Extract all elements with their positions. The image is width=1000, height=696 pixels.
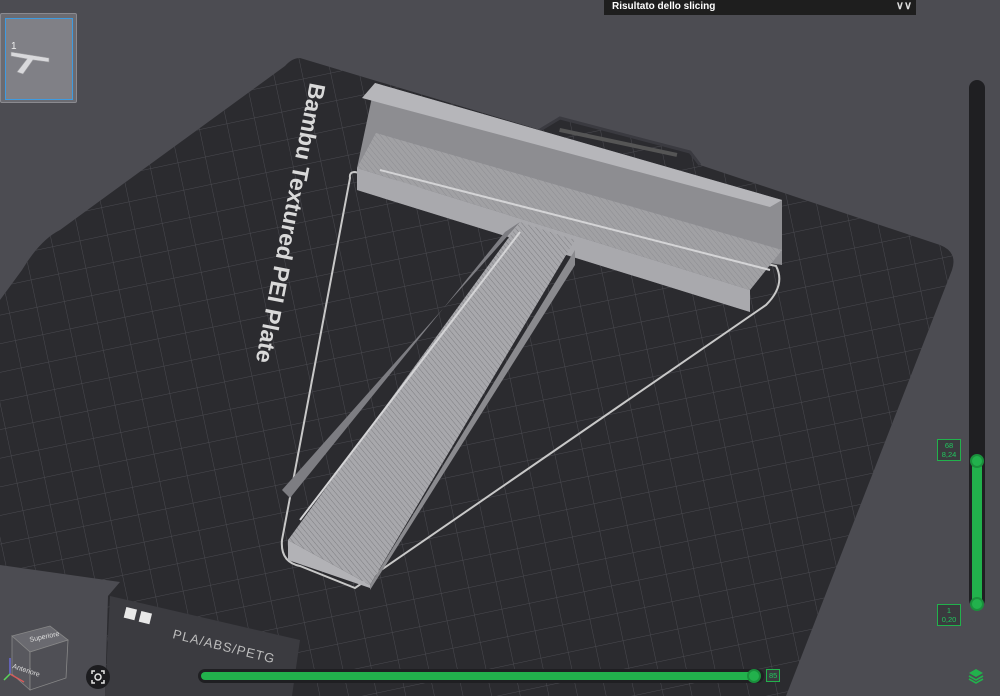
top-layer-readout: 68 8,24 [937,439,961,461]
layers-icon[interactable] [967,667,985,685]
t-model-thumbnail-icon [10,51,50,75]
layer-slider-top-handle[interactable] [970,454,984,468]
move-slider-progress [201,672,754,680]
move-slider-handle[interactable] [747,669,761,683]
top-layer-height: 8,24 [941,450,957,459]
slicing-result-header[interactable]: Risultato dello slicing ∨∨ [604,0,916,15]
plate-thumbnail[interactable]: 1 [0,13,77,103]
view-orientation-cube[interactable]: Superiore Anteriore [0,622,70,696]
viewport-3d[interactable]: Bambu Textured PEI Plate PLA/ABS/PETG [0,0,1000,696]
move-slider-value: 85 [766,669,781,682]
collapse-chevron-icon[interactable]: ∨∨ [896,0,912,12]
slicing-result-title: Risultato dello slicing [612,1,716,12]
layer-slider-range [972,462,982,604]
layer-slider-bottom-handle[interactable] [970,597,984,611]
fit-view-button[interactable] [86,665,110,689]
bottom-layer-height: 0,20 [941,615,957,624]
bottom-layer-number: 1 [946,606,952,615]
top-layer-number: 68 [944,441,954,450]
fit-view-icon [91,670,105,684]
bottom-layer-readout: 1 0,20 [937,604,961,626]
